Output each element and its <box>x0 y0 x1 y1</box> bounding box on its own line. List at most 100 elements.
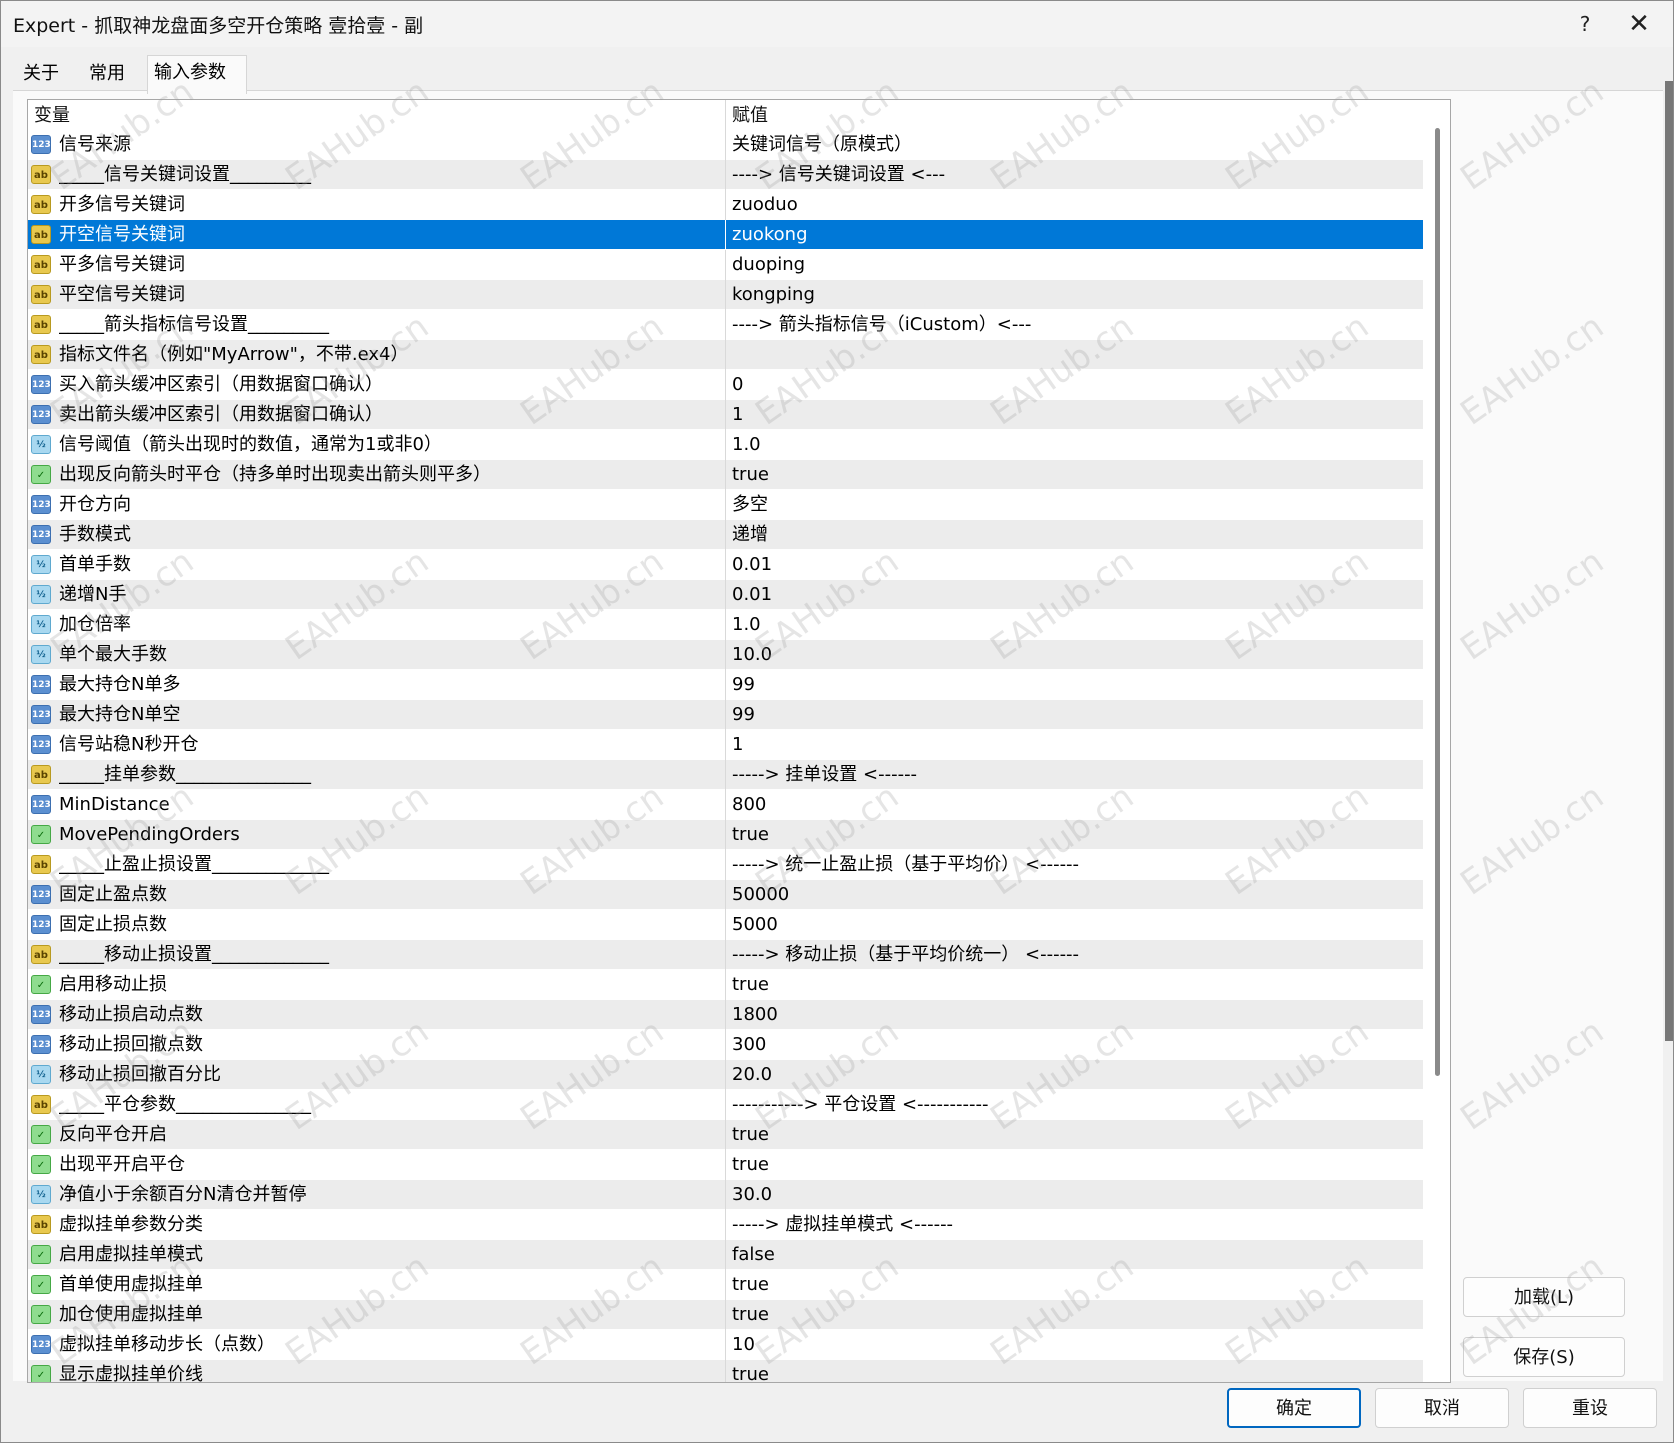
help-icon[interactable]: ? <box>1557 5 1613 43</box>
table-row[interactable]: ab _____信号关键词设置_________ ----> 信号关键词设置 <--… <box>28 160 1423 190</box>
parameter-value[interactable]: 20.0 <box>726 1060 1422 1090</box>
parameter-value[interactable]: 递增 <box>726 520 1422 550</box>
tab-about[interactable]: 关于 <box>17 57 87 91</box>
table-row[interactable]: 123 固定止损点数 5000 <box>28 910 1423 940</box>
table-row[interactable]: 123 固定止盈点数 50000 <box>28 880 1423 910</box>
load-button[interactable]: 加载(L) <box>1463 1277 1625 1317</box>
parameter-value[interactable]: kongping <box>726 280 1422 310</box>
table-row[interactable]: 123 卖出箭头缓冲区索引（用数据窗口确认） 1 <box>28 400 1423 430</box>
parameter-value[interactable]: -----------> 平仓设置 <----------- <box>726 1090 1422 1120</box>
parameter-value[interactable]: duoping <box>726 250 1422 280</box>
parameter-value[interactable]: ----> 信号关键词设置 <--- <box>726 160 1422 190</box>
parameter-value[interactable]: zuokong <box>726 220 1422 250</box>
parameter-value[interactable]: 1.0 <box>726 430 1422 460</box>
table-row[interactable]: ab _____箭头指标信号设置_________ ----> 箭头指标信号（iCu… <box>28 310 1423 340</box>
table-row[interactable]: ab 开空信号关键词 zuokong <box>28 220 1423 250</box>
parameter-value[interactable]: ----> 箭头指标信号（iCustom）<--- <box>726 310 1422 340</box>
scrollbar-thumb[interactable] <box>1435 128 1440 1076</box>
parameter-value[interactable]: 800 <box>726 790 1422 820</box>
table-row[interactable]: 123 虚拟挂单移动步长（点数） 10 <box>28 1330 1423 1360</box>
parameter-value[interactable]: 0 <box>726 370 1422 400</box>
table-row[interactable]: 123 信号站稳N秒开仓 1 <box>28 730 1423 760</box>
table-row[interactable]: ✓ 启用虚拟挂单模式 false <box>28 1240 1423 1270</box>
parameter-value[interactable]: 300 <box>726 1030 1422 1060</box>
parameter-value[interactable]: true <box>726 820 1422 850</box>
parameter-value[interactable]: 5000 <box>726 910 1422 940</box>
parameter-value[interactable]: -----> 移动止损（基于平均价统一） <------ <box>726 940 1422 970</box>
vertical-scrollbar[interactable] <box>1424 100 1450 1382</box>
parameter-value[interactable]: zuoduo <box>726 190 1422 220</box>
parameter-value[interactable]: 多空 <box>726 490 1422 520</box>
parameter-value[interactable]: -----> 虚拟挂单模式 <------ <box>726 1210 1422 1240</box>
close-icon[interactable]: ✕ <box>1611 5 1667 43</box>
table-row[interactable]: ✓ 反向平仓开启 true <box>28 1120 1423 1150</box>
table-row[interactable]: ab _____止盈止损设置_____________ -----> 统一止盈止损（… <box>28 850 1423 880</box>
parameter-value[interactable]: true <box>726 460 1422 490</box>
table-row[interactable]: ab _____移动止损设置_____________ -----> 移动止损（基于… <box>28 940 1423 970</box>
table-row[interactable]: ab 平空信号关键词 kongping <box>28 280 1423 310</box>
table-row[interactable]: ½ 净值小于余额百分N清仓并暂停 30.0 <box>28 1180 1423 1210</box>
inputs-grid[interactable]: 变量 赋值 123 信号来源 关键词信号（原模式） ab _____信号关键词设置___… <box>27 99 1451 1383</box>
table-row[interactable]: ½ 单个最大手数 10.0 <box>28 640 1423 670</box>
table-row[interactable]: ½ 移动止损回撤百分比 20.0 <box>28 1060 1423 1090</box>
parameter-value[interactable]: true <box>726 1300 1422 1330</box>
table-row[interactable]: 123 最大持仓N单空 99 <box>28 700 1423 730</box>
table-row[interactable]: ✓ 出现反向箭头时平仓（持多单时出现卖出箭头则平多） true <box>28 460 1423 490</box>
parameter-value[interactable]: 30.0 <box>726 1180 1422 1210</box>
table-row[interactable]: ½ 首单手数 0.01 <box>28 550 1423 580</box>
parameter-value[interactable]: 1 <box>726 400 1422 430</box>
parameter-value[interactable]: true <box>726 970 1422 1000</box>
table-row[interactable]: 123 买入箭头缓冲区索引（用数据窗口确认） 0 <box>28 370 1423 400</box>
column-header-value[interactable]: 赋值 <box>726 100 1422 130</box>
table-row[interactable]: ab _____挂单参数_______________ -----> 挂单设置 <-… <box>28 760 1423 790</box>
parameter-value[interactable]: 10 <box>726 1330 1422 1360</box>
ok-button[interactable]: 确定 <box>1227 1388 1361 1428</box>
table-row[interactable]: 123 移动止损回撤点数 300 <box>28 1030 1423 1060</box>
parameter-value[interactable]: false <box>726 1240 1422 1270</box>
table-row[interactable]: ½ 加仓倍率 1.0 <box>28 610 1423 640</box>
parameter-value[interactable]: 1800 <box>726 1000 1422 1030</box>
parameter-value[interactable]: 0.01 <box>726 550 1422 580</box>
table-row[interactable]: ½ 递增N手 0.01 <box>28 580 1423 610</box>
table-row[interactable]: ✓ MovePendingOrders true <box>28 820 1423 850</box>
parameter-value[interactable]: 1 <box>726 730 1422 760</box>
bool-type-icon: ✓ <box>31 975 51 994</box>
table-row[interactable]: ab 平多信号关键词 duoping <box>28 250 1423 280</box>
table-row[interactable]: ✓ 显示虚拟挂单价线 true <box>28 1360 1423 1382</box>
table-row[interactable]: 123 手数模式 递增 <box>28 520 1423 550</box>
table-row[interactable]: ab 虚拟挂单参数分类 -----> 虚拟挂单模式 <------ <box>28 1210 1423 1240</box>
tab-inputs[interactable]: 输入参数 <box>147 55 247 94</box>
parameter-value[interactable]: true <box>726 1270 1422 1300</box>
parameter-value[interactable]: 0.01 <box>726 580 1422 610</box>
table-row[interactable]: ✓ 加仓使用虚拟挂单 true <box>28 1300 1423 1330</box>
save-button[interactable]: 保存(S) <box>1463 1337 1625 1377</box>
table-row[interactable]: ab 开多信号关键词 zuoduo <box>28 190 1423 220</box>
table-row[interactable]: 123 移动止损启动点数 1800 <box>28 1000 1423 1030</box>
reset-button[interactable]: 重设 <box>1523 1388 1657 1428</box>
table-row[interactable]: ab _____平仓参数_______________ -----------> 平… <box>28 1090 1423 1120</box>
table-row[interactable]: ✓ 首单使用虚拟挂单 true <box>28 1270 1423 1300</box>
table-row[interactable]: 123 信号来源 关键词信号（原模式） <box>28 130 1423 160</box>
table-row[interactable]: 123 开仓方向 多空 <box>28 490 1423 520</box>
parameter-value[interactable]: 50000 <box>726 880 1422 910</box>
table-row[interactable]: 123 最大持仓N单多 99 <box>28 670 1423 700</box>
table-row[interactable]: ✓ 启用移动止损 true <box>28 970 1423 1000</box>
table-row[interactable]: ½ 信号阈值（箭头出现时的数值，通常为1或非0） 1.0 <box>28 430 1423 460</box>
parameter-value[interactable]: 99 <box>726 670 1422 700</box>
table-row[interactable]: ✓ 出现平开启平仓 true <box>28 1150 1423 1180</box>
parameter-value[interactable]: true <box>726 1360 1422 1382</box>
table-row[interactable]: 123 MinDistance 800 <box>28 790 1423 820</box>
tab-common[interactable]: 常用 <box>83 57 155 91</box>
parameter-value[interactable] <box>726 340 1422 370</box>
table-row[interactable]: ab 指标文件名（例如"MyArrow"，不带.ex4） <box>28 340 1423 370</box>
parameter-value[interactable]: 1.0 <box>726 610 1422 640</box>
parameter-value[interactable]: true <box>726 1150 1422 1180</box>
parameter-value[interactable]: true <box>726 1120 1422 1150</box>
cancel-button[interactable]: 取消 <box>1375 1388 1509 1428</box>
parameter-value[interactable]: 99 <box>726 700 1422 730</box>
parameter-value[interactable]: 关键词信号（原模式） <box>726 130 1422 160</box>
parameter-value[interactable]: -----> 挂单设置 <------ <box>726 760 1422 790</box>
parameter-value[interactable]: 10.0 <box>726 640 1422 670</box>
parameter-value[interactable]: -----> 统一止盈止损（基于平均价） <------ <box>726 850 1422 880</box>
column-header-variable[interactable]: 变量 <box>28 100 726 130</box>
